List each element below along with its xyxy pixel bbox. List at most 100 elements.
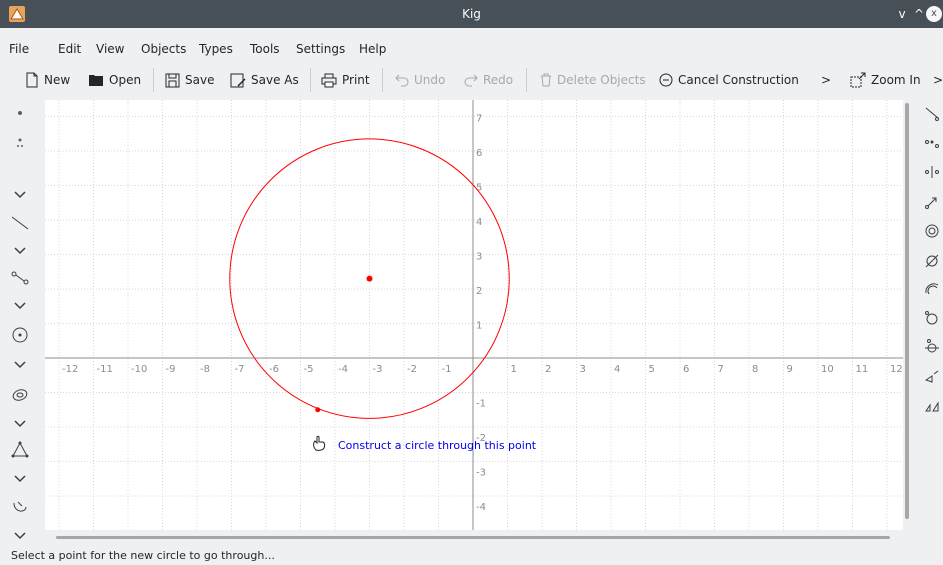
x-tick-label: 3	[580, 364, 586, 375]
concentric-circle-tool-icon[interactable]	[922, 221, 942, 241]
redo-icon	[464, 74, 478, 87]
title-bar: Kig v ^ x	[0, 0, 943, 28]
save-as-button[interactable]: Save As	[230, 70, 299, 90]
menu-help[interactable]: Help	[359, 42, 386, 56]
chevron-down-icon[interactable]	[10, 241, 30, 261]
toolbar-overflow-button[interactable]: >	[821, 70, 831, 90]
intersection-tool-icon[interactable]	[922, 251, 942, 271]
y-tick-label: 2	[476, 286, 482, 297]
new-document-icon	[26, 72, 38, 88]
x-tick-label: -10	[131, 364, 147, 375]
redo-label: Redo	[483, 73, 514, 87]
coordinate-plot[interactable]: -12 -11 -10 -9 -8 -7 -6 -5 -4 -3 -2 -1 1 2 3 4 5 6 7 8 9 10 11…	[45, 100, 903, 530]
left-object-toolbar	[0, 100, 42, 550]
x-tick-label: 1	[511, 364, 517, 375]
x-tick-label: -4	[338, 364, 348, 375]
delete-objects-button[interactable]: Delete Objects	[540, 70, 646, 90]
x-tick-label: 2	[545, 364, 551, 375]
main-toolbar: New Open Save Save As Print Undo Redo De…	[0, 66, 943, 92]
menu-file[interactable]: File	[9, 42, 29, 56]
menu-types[interactable]: Types	[199, 42, 233, 56]
open-button[interactable]: Open	[88, 70, 141, 90]
toolbar-overflow-right-button[interactable]: >	[933, 70, 943, 90]
drawing-canvas[interactable]: -12 -11 -10 -9 -8 -7 -6 -5 -4 -3 -2 -1 1 2 3 4 5 6 7 8 9 10 11…	[45, 100, 903, 530]
toolbar-separator	[382, 68, 383, 92]
undo-button[interactable]: Undo	[395, 70, 445, 90]
mirror-point-tool-icon[interactable]	[922, 162, 942, 182]
chevron-down-icon[interactable]	[10, 469, 30, 489]
save-as-icon	[230, 73, 246, 87]
chevron-down-icon[interactable]	[10, 526, 30, 546]
circle-center-point	[366, 275, 373, 282]
x-tick-label: 4	[614, 364, 620, 375]
minimize-button[interactable]: v	[893, 4, 911, 24]
triangle-mirror-tool-icon[interactable]	[922, 366, 942, 386]
new-button[interactable]: New	[25, 70, 70, 90]
arc-tool-icon[interactable]	[922, 279, 942, 299]
cancel-construction-label: Cancel Construction	[678, 73, 799, 87]
line-tool-icon[interactable]	[10, 213, 30, 233]
cancel-construction-button[interactable]: Cancel Construction	[659, 70, 799, 90]
menu-edit[interactable]: Edit	[58, 42, 81, 56]
zoom-in-button[interactable]: Zoom In	[850, 70, 921, 90]
point-tool-icon[interactable]	[10, 103, 30, 123]
menu-objects[interactable]: Objects	[141, 42, 186, 56]
x-tick-label: -6	[269, 364, 279, 375]
conic-tool-icon[interactable]	[10, 385, 30, 405]
window-title: Kig	[462, 7, 481, 21]
locus-tool-icon[interactable]	[922, 308, 942, 328]
x-tick-label: -9	[166, 364, 176, 375]
close-button[interactable]: x	[926, 6, 942, 22]
folder-open-icon	[89, 75, 103, 86]
menu-view[interactable]: View	[96, 42, 124, 56]
midpoint-tool-icon[interactable]	[922, 132, 942, 152]
similitude-tool-icon[interactable]	[922, 396, 942, 416]
hand-cursor-icon	[313, 435, 326, 451]
status-text: Select a point for the new circle to go …	[11, 549, 275, 562]
perpendicular-tool-icon[interactable]	[922, 103, 942, 123]
chevron-down-icon[interactable]	[10, 185, 30, 205]
chevron-down-icon[interactable]	[10, 296, 30, 316]
chevron-right-icon: >	[933, 73, 943, 87]
chevron-right-icon: >	[821, 73, 832, 87]
trash-icon	[541, 73, 551, 87]
circle-tool-icon[interactable]	[10, 325, 30, 345]
construction-hint: Construct a circle through this point	[338, 439, 537, 452]
y-tick-label: -4	[476, 502, 486, 513]
constrained-point-tool-icon[interactable]	[10, 133, 30, 153]
save-button[interactable]: Save	[165, 70, 214, 90]
x-tick-label: 9	[787, 364, 793, 375]
parallel-tool-icon[interactable]	[922, 336, 942, 356]
chevron-down-icon[interactable]	[10, 414, 30, 434]
x-tick-label: -7	[235, 364, 245, 375]
toolbar-separator	[310, 68, 311, 92]
transformation-tool-icon[interactable]	[10, 498, 30, 518]
y-tick-label: 7	[476, 114, 482, 125]
print-icon	[321, 73, 337, 87]
menu-tools[interactable]: Tools	[250, 42, 280, 56]
x-tick-label: 11	[856, 364, 869, 375]
chevron-down-icon[interactable]	[10, 355, 30, 375]
polygon-tool-icon[interactable]	[10, 440, 30, 460]
x-tick-label: -3	[373, 364, 383, 375]
menu-bar: File Edit View Objects Types Tools Setti…	[0, 38, 943, 62]
redo-button[interactable]: Redo	[464, 70, 513, 90]
menu-settings[interactable]: Settings	[296, 42, 345, 56]
x-tick-label: 7	[718, 364, 724, 375]
status-bar: Select a point for the new circle to go …	[0, 547, 943, 565]
vertical-scrollbar[interactable]	[905, 103, 909, 519]
x-tick-label: -5	[304, 364, 314, 375]
x-tick-label: -1	[442, 364, 452, 375]
cancel-icon	[659, 73, 673, 87]
undo-icon	[395, 74, 409, 87]
save-icon	[165, 73, 180, 87]
print-label: Print	[342, 73, 370, 87]
right-object-toolbar	[918, 100, 943, 460]
horizontal-scrollbar[interactable]	[56, 536, 890, 539]
x-tick-label: 6	[683, 364, 689, 375]
x-tick-label: 10	[821, 364, 834, 375]
save-as-label: Save As	[251, 73, 299, 87]
vector-tool-icon[interactable]	[922, 192, 942, 212]
segment-tool-icon[interactable]	[10, 268, 30, 288]
print-button[interactable]: Print	[321, 70, 370, 90]
